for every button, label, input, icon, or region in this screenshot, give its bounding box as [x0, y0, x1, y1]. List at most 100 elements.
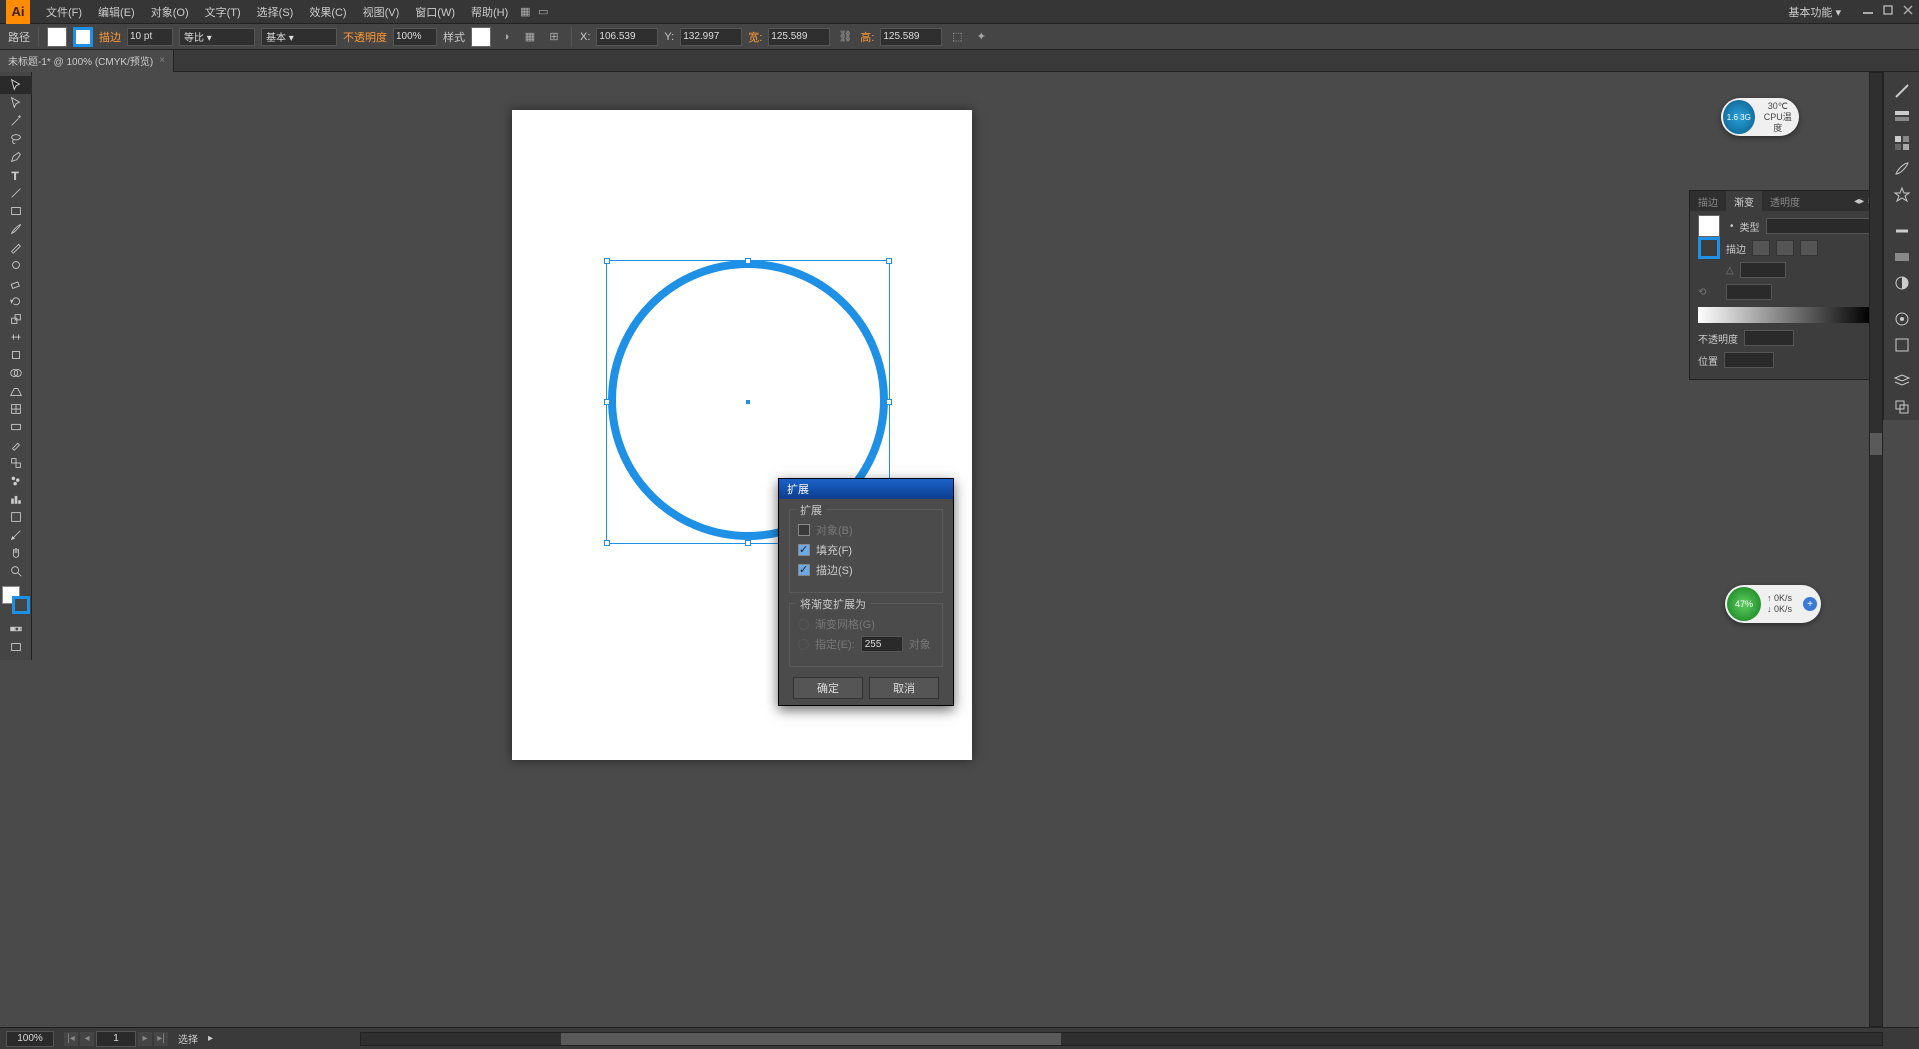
- mesh-tool[interactable]: [0, 400, 32, 418]
- variable-width-profile[interactable]: 等比 ▾: [179, 28, 255, 46]
- eyedropper-tool[interactable]: [0, 436, 32, 454]
- dock-brushes-icon[interactable]: [1884, 156, 1919, 182]
- h-input[interactable]: [880, 28, 942, 46]
- cpu-widget[interactable]: 1.6 3G 30℃CPU温度: [1721, 98, 1799, 136]
- recolor-icon[interactable]: ◑: [497, 28, 515, 46]
- dock-color-icon[interactable]: [1884, 78, 1919, 104]
- workspace-switcher[interactable]: 基本功能 ▾: [1788, 4, 1841, 20]
- rectangle-tool[interactable]: [0, 202, 32, 220]
- fill-swatch[interactable]: [47, 27, 67, 47]
- dock-transparency-icon[interactable]: [1884, 270, 1919, 296]
- menu-help[interactable]: 帮助(H): [463, 4, 516, 20]
- transform-icon[interactable]: ⊞: [545, 28, 563, 46]
- gradient-tool[interactable]: [0, 418, 32, 436]
- gradient-type-select[interactable]: [1766, 218, 1870, 234]
- blend-tool[interactable]: [0, 454, 32, 472]
- panel-tab-transparency[interactable]: 透明度: [1762, 191, 1808, 211]
- menu-select[interactable]: 选择(S): [249, 4, 302, 20]
- lasso-tool[interactable]: [0, 130, 32, 148]
- artboard-tool[interactable]: [0, 508, 32, 526]
- w-input[interactable]: [768, 28, 830, 46]
- symbol-sprayer-tool[interactable]: [0, 472, 32, 490]
- rotate-tool[interactable]: [0, 292, 32, 310]
- gradient-stroke-swatch[interactable]: [1698, 237, 1720, 259]
- first-artboard-button[interactable]: |◂: [64, 1032, 78, 1046]
- panel-tab-gradient[interactable]: 渐变: [1726, 191, 1762, 211]
- magic-wand-tool[interactable]: [0, 112, 32, 130]
- gradient-angle-input[interactable]: [1740, 262, 1786, 278]
- dock-gradient-icon[interactable]: [1884, 244, 1919, 270]
- paintbrush-tool[interactable]: [0, 220, 32, 238]
- brush-definition[interactable]: 基本 ▾: [261, 28, 337, 46]
- stroke-mode-2[interactable]: [1776, 240, 1794, 256]
- close-button[interactable]: [1903, 5, 1913, 18]
- status-menu-icon[interactable]: ▸: [208, 1033, 213, 1044]
- opacity-input[interactable]: [393, 28, 437, 46]
- selection-tool[interactable]: [0, 76, 32, 94]
- align-icon[interactable]: ▦: [521, 28, 539, 46]
- column-graph-tool[interactable]: [0, 490, 32, 508]
- gradient-stop-position[interactable]: [1724, 352, 1774, 368]
- width-tool[interactable]: [0, 328, 32, 346]
- prev-artboard-button[interactable]: ◂: [80, 1032, 94, 1046]
- stroke-weight-input[interactable]: [127, 28, 173, 46]
- link-wh-icon[interactable]: ⛓: [836, 28, 854, 46]
- screen-mode-icon[interactable]: ▭: [534, 3, 552, 21]
- vscroll-thumb[interactable]: [1870, 433, 1882, 455]
- direct-selection-tool[interactable]: [0, 94, 32, 112]
- perspective-grid-tool[interactable]: [0, 382, 32, 400]
- dialog-titlebar[interactable]: 扩展: [779, 479, 953, 499]
- expand-dialog[interactable]: 扩展 扩展 对象(B) 填充(F) 描边(S) 将渐变扩展为 渐变网格(G) 指…: [778, 478, 954, 706]
- y-input[interactable]: [680, 28, 742, 46]
- ok-button[interactable]: 确定: [793, 677, 863, 699]
- menu-type[interactable]: 文字(T): [197, 4, 249, 20]
- zoom-select[interactable]: [6, 1031, 54, 1047]
- panel-collapse-icon[interactable]: ◂▸: [1854, 196, 1864, 207]
- dock-swatches-icon[interactable]: [1884, 130, 1919, 156]
- blob-brush-tool[interactable]: [0, 256, 32, 274]
- gradient-slider[interactable]: [1698, 307, 1870, 323]
- dock-graphic-styles-icon[interactable]: [1884, 332, 1919, 358]
- gradient-stop-opacity[interactable]: [1744, 330, 1794, 346]
- dock-layers-icon[interactable]: [1884, 368, 1919, 394]
- fill-stroke-indicator[interactable]: [2, 586, 30, 614]
- stroke-link[interactable]: 描边: [99, 29, 121, 45]
- pencil-tool[interactable]: [0, 238, 32, 256]
- maximize-button[interactable]: [1883, 5, 1893, 18]
- checkbox-fill[interactable]: [798, 544, 810, 556]
- scale-tool[interactable]: [0, 310, 32, 328]
- gradient-fill-swatch[interactable]: [1698, 215, 1720, 237]
- handle-top-left[interactable]: [604, 258, 610, 264]
- shape-icon[interactable]: ⬚: [948, 28, 966, 46]
- handle-bot-left[interactable]: [604, 540, 610, 546]
- handle-top-right[interactable]: [886, 258, 892, 264]
- line-tool[interactable]: [0, 184, 32, 202]
- pen-tool[interactable]: [0, 148, 32, 166]
- eraser-tool[interactable]: [0, 274, 32, 292]
- screen-mode-tool[interactable]: [0, 638, 32, 656]
- dock-appearance-icon[interactable]: [1884, 306, 1919, 332]
- stroke-mode-3[interactable]: [1800, 240, 1818, 256]
- slice-tool[interactable]: [0, 526, 32, 544]
- gradient-panel[interactable]: 描边 渐变 透明度 ◂▸≡ • 类型 描边 △ ⟲ 不透明度: [1689, 190, 1879, 380]
- color-mode-icons[interactable]: [0, 620, 32, 638]
- net-plus-icon[interactable]: +: [1803, 597, 1817, 611]
- free-transform-tool[interactable]: [0, 346, 32, 364]
- menu-effect[interactable]: 效果(C): [301, 4, 354, 20]
- horizontal-scrollbar[interactable]: [360, 1032, 1883, 1046]
- constrain-icon[interactable]: ✦: [972, 28, 990, 46]
- x-input[interactable]: [596, 28, 658, 46]
- zoom-tool[interactable]: [0, 562, 32, 580]
- specify-input[interactable]: [861, 636, 903, 652]
- menu-window[interactable]: 窗口(W): [407, 4, 463, 20]
- style-swatch[interactable]: [471, 27, 491, 47]
- handle-mid-right[interactable]: [886, 399, 892, 405]
- handle-mid-left[interactable]: [604, 399, 610, 405]
- type-tool[interactable]: T: [0, 166, 32, 184]
- stroke-indicator[interactable]: [12, 596, 30, 614]
- cancel-button[interactable]: 取消: [869, 677, 939, 699]
- menu-file[interactable]: 文件(F): [38, 4, 90, 20]
- document-tab[interactable]: 未标题-1* @ 100% (CMYK/预览) ×: [0, 50, 174, 72]
- opacity-link[interactable]: 不透明度: [343, 29, 387, 45]
- dock-stroke-icon[interactable]: [1884, 218, 1919, 244]
